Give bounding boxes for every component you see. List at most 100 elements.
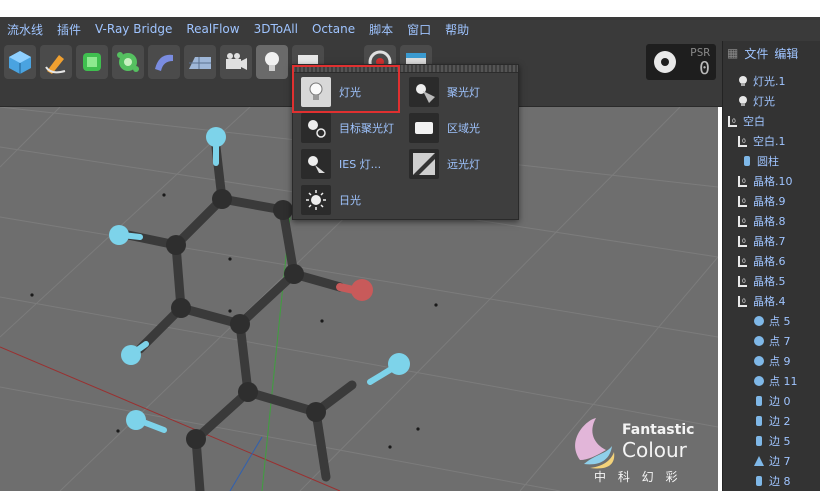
- subdivision-button[interactable]: [76, 45, 108, 79]
- tree-row[interactable]: 灯光.1: [723, 71, 820, 91]
- ies-light-item[interactable]: IES 灯...: [301, 149, 381, 179]
- svg-text:0: 0: [742, 178, 746, 185]
- menu-help[interactable]: 帮助: [438, 21, 476, 38]
- menu-3dtoall[interactable]: 3DToAll: [247, 22, 305, 36]
- tree-row-label: 晶格.4: [753, 295, 786, 308]
- tree-row-label: 边 0: [769, 395, 791, 408]
- null-object-icon: 0: [737, 135, 753, 147]
- svg-text:0: 0: [742, 218, 746, 225]
- tab-file[interactable]: 文件: [744, 45, 768, 62]
- tree-row[interactable]: 点 9: [723, 351, 820, 371]
- null-object-icon: 0: [737, 235, 753, 247]
- tree-row-label: 晶格.8: [753, 215, 786, 228]
- null-object-icon: 0: [737, 295, 753, 307]
- tree-row-label: 晶格.6: [753, 255, 786, 268]
- tree-row[interactable]: 边 5: [723, 431, 820, 451]
- tree-row[interactable]: 0 空白.1: [723, 131, 820, 151]
- sun-icon: [306, 190, 326, 210]
- tree-row-label: 点 9: [769, 355, 791, 368]
- spot-light-item[interactable]: 聚光灯: [409, 77, 480, 107]
- deformer-button[interactable]: [148, 45, 180, 79]
- tree-row[interactable]: 0 晶格.5: [723, 271, 820, 291]
- cylinder-icon: [753, 475, 769, 487]
- target-spot-light-item[interactable]: 目标聚光灯: [301, 113, 394, 143]
- tree-row[interactable]: 灯光: [723, 91, 820, 111]
- highlight-box: [292, 65, 400, 113]
- tab-edit[interactable]: 编辑: [774, 45, 798, 62]
- svg-text:0: 0: [742, 278, 746, 285]
- sun-light-label: 日光: [339, 194, 361, 207]
- target-spot-light-icon: [308, 120, 326, 138]
- tree-row[interactable]: 0 晶格.8: [723, 211, 820, 231]
- null-object-icon: 0: [727, 115, 743, 127]
- psr-indicator[interactable]: PSR 0: [646, 44, 716, 80]
- tree-row-label: 晶格.7: [753, 235, 786, 248]
- tree-row[interactable]: 边 2: [723, 411, 820, 431]
- tree-row[interactable]: 边 7: [723, 451, 820, 471]
- object-tree: 灯光.1 灯光 0 空白 0 空白.1 圆柱 0 晶格.10 0 晶格.9 0 晶格.8 0 晶格.7 0 晶格…: [723, 71, 820, 491]
- infinite-light-item[interactable]: 远光灯: [409, 149, 480, 179]
- menu-plugins[interactable]: 插件: [50, 21, 88, 38]
- cylinder-icon: [753, 435, 769, 447]
- tree-row[interactable]: 边 8: [723, 471, 820, 491]
- psr-value: 0: [699, 58, 710, 79]
- camera-icon: [226, 53, 247, 70]
- camera-button[interactable]: [220, 45, 252, 79]
- null-object-icon: 0: [737, 175, 753, 187]
- tree-row[interactable]: 圆柱: [723, 151, 820, 171]
- grid-icon[interactable]: ▦: [727, 46, 738, 60]
- tree-row[interactable]: 点 11: [723, 371, 820, 391]
- tree-row-label: 边 5: [769, 435, 791, 448]
- menu-window[interactable]: 窗口: [400, 21, 438, 38]
- tree-row[interactable]: 点 7: [723, 331, 820, 351]
- tree-row-label: 边 7: [769, 455, 791, 468]
- tree-row-label: 点 5: [769, 315, 791, 328]
- svg-text:0: 0: [742, 238, 746, 245]
- cylinder-icon: [741, 155, 757, 167]
- tree-row-label: 空白: [743, 115, 765, 128]
- area-light-label: 区域光: [447, 122, 480, 135]
- watermark-line1: Fantastic: [622, 422, 695, 438]
- tree-row[interactable]: 0 晶格.4: [723, 291, 820, 311]
- tree-row-label: 晶格.5: [753, 275, 786, 288]
- menu-vray-bridge[interactable]: V-Ray Bridge: [88, 22, 179, 36]
- infinite-light-icon: [413, 153, 435, 175]
- cube-tool-button[interactable]: [4, 45, 36, 79]
- polygon-icon: [753, 455, 769, 467]
- tree-row[interactable]: 点 5: [723, 311, 820, 331]
- ies-light-label: IES 灯...: [339, 158, 382, 171]
- tree-row[interactable]: 边 0: [723, 391, 820, 411]
- menu-pipeline[interactable]: 流水线: [0, 21, 50, 38]
- pen-icon: [45, 55, 66, 74]
- floor-button[interactable]: [184, 45, 216, 79]
- mograph-button[interactable]: [112, 45, 144, 79]
- tree-row-label: 空白.1: [753, 135, 786, 148]
- target-spot-light-label: 目标聚光灯: [339, 122, 394, 135]
- top-strip: [0, 0, 820, 17]
- area-light-item[interactable]: 区域光: [409, 113, 480, 143]
- tree-row[interactable]: 0 晶格.10: [723, 171, 820, 191]
- watermark-logo: Fantastic Colour 中 科 幻 彩: [566, 410, 696, 489]
- tree-row[interactable]: 0 晶格.7: [723, 231, 820, 251]
- spot-light-label: 聚光灯: [447, 86, 480, 99]
- menu-realflow[interactable]: RealFlow: [179, 22, 246, 36]
- subdivision-icon: [83, 53, 101, 71]
- svg-text:0: 0: [742, 198, 746, 205]
- sun-light-item[interactable]: 日光: [301, 185, 361, 215]
- spline-tool-button[interactable]: [40, 45, 72, 79]
- cylinder-icon: [753, 395, 769, 407]
- tree-row[interactable]: 0 晶格.9: [723, 191, 820, 211]
- tree-row[interactable]: 0 空白: [723, 111, 820, 131]
- sphere-icon: [753, 355, 769, 367]
- light-bulb-icon: [737, 95, 753, 107]
- null-object-icon: 0: [737, 255, 753, 267]
- tree-row[interactable]: 0 晶格.6: [723, 251, 820, 271]
- bend-icon: [155, 54, 173, 71]
- light-tool-button[interactable]: [256, 45, 288, 79]
- tree-row-label: 点 11: [769, 375, 798, 388]
- cloner-icon: [117, 52, 139, 72]
- menu-script[interactable]: 脚本: [362, 21, 400, 38]
- tree-row-label: 边 2: [769, 415, 791, 428]
- infinite-light-label: 远光灯: [447, 158, 480, 171]
- menu-octane[interactable]: Octane: [305, 22, 362, 36]
